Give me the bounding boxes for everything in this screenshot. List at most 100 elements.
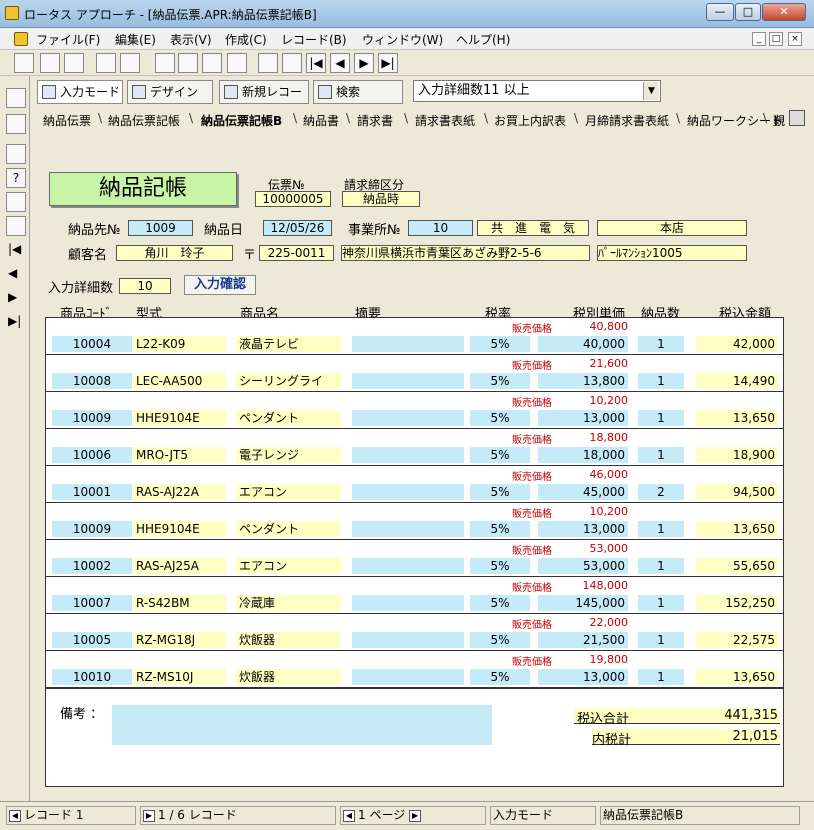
help-icon[interactable]: ?: [6, 168, 26, 188]
model-cell[interactable]: RAS-AJ22A: [133, 484, 226, 500]
model-cell[interactable]: RZ-MS10J: [133, 669, 226, 685]
model-cell[interactable]: R-S42BM: [133, 595, 226, 611]
close-button[interactable]: ✕: [762, 3, 806, 21]
product-code-cell[interactable]: 10008: [52, 373, 132, 389]
ruler-icon[interactable]: [178, 53, 198, 73]
next-page-icon[interactable]: ▶: [409, 809, 422, 822]
unit-price-cell[interactable]: 40,000: [538, 336, 628, 352]
tax-rate-cell[interactable]: 5%: [470, 669, 530, 685]
unit-price-cell[interactable]: 21,500: [538, 632, 628, 648]
new-record-button[interactable]: 新規レコード: [219, 80, 309, 121]
condition-select[interactable]: 入力詳細数11 以上 ▼: [413, 80, 661, 102]
product-name-cell[interactable]: エアコン: [236, 484, 341, 500]
date-field[interactable]: 12/05/26: [263, 220, 332, 236]
next-record-icon[interactable]: ▶: [354, 53, 374, 73]
amount-cell[interactable]: 22,575: [696, 632, 778, 648]
tax-rate-cell[interactable]: 5%: [470, 373, 530, 389]
product-code-cell[interactable]: 10007: [52, 595, 132, 611]
quantity-cell[interactable]: 1: [638, 447, 684, 463]
database-icon[interactable]: [6, 192, 26, 212]
tax-rate-cell[interactable]: 5%: [470, 484, 530, 500]
new-file-icon[interactable]: [14, 53, 34, 73]
home-icon[interactable]: [6, 144, 26, 164]
tool-icon[interactable]: [227, 53, 247, 73]
model-cell[interactable]: MRO-JT5: [133, 447, 226, 463]
document-icon[interactable]: [14, 32, 28, 46]
minimize-button[interactable]: —: [706, 3, 734, 21]
status-view[interactable]: 納品伝票記帳B: [600, 806, 800, 825]
text-icon[interactable]: [202, 53, 222, 73]
design-icon[interactable]: [6, 114, 26, 134]
status-page[interactable]: ◀ 1 ページ ▶: [340, 806, 486, 825]
input-mode-button[interactable]: 入力モード: [37, 80, 123, 104]
product-code-cell[interactable]: 10010: [52, 669, 132, 685]
form-icon[interactable]: [282, 53, 302, 73]
amount-cell[interactable]: 13,650: [696, 410, 778, 426]
menu-create[interactable]: 作成(C): [225, 31, 267, 48]
product-name-cell[interactable]: 炊飯器: [236, 632, 341, 648]
edit-icon[interactable]: [155, 53, 175, 73]
print-icon[interactable]: [96, 53, 116, 73]
menu-window[interactable]: ウィンドウ(W): [362, 31, 443, 48]
product-name-cell[interactable]: 冷蔵庫: [236, 595, 341, 611]
address-field[interactable]: 神奈川県横浜市青葉区あざみ野2-5-6: [341, 245, 590, 261]
mdi-minimize-button[interactable]: _: [752, 32, 766, 46]
tab-delivery-note[interactable]: 納品書: [303, 112, 339, 129]
product-code-cell[interactable]: 10004: [52, 336, 132, 352]
note-cell[interactable]: [352, 410, 464, 426]
save-icon[interactable]: [64, 53, 84, 73]
branch-field[interactable]: 本店: [597, 220, 747, 236]
menu-record[interactable]: レコード(B): [281, 31, 347, 48]
product-name-cell[interactable]: 電子レンジ: [236, 447, 341, 463]
menu-edit[interactable]: 編集(E): [115, 31, 156, 48]
notes-field[interactable]: [112, 705, 492, 745]
open-file-icon[interactable]: [40, 53, 60, 73]
tax-rate-cell[interactable]: 5%: [470, 632, 530, 648]
tax-rate-cell[interactable]: 5%: [470, 447, 530, 463]
product-name-cell[interactable]: ペンダント: [236, 410, 341, 426]
design-button[interactable]: デザイン: [127, 80, 213, 104]
unit-price-cell[interactable]: 145,000: [538, 595, 628, 611]
note-cell[interactable]: [352, 521, 464, 537]
model-cell[interactable]: HHE9104E: [133, 410, 226, 426]
note-cell[interactable]: [352, 373, 464, 389]
browse-icon[interactable]: [6, 88, 26, 108]
office-no-field[interactable]: 10: [408, 220, 473, 236]
customer-field[interactable]: 角川 玲子: [116, 245, 233, 261]
detail-count-field[interactable]: 10: [119, 278, 171, 294]
amount-cell[interactable]: 13,650: [696, 521, 778, 537]
note-cell[interactable]: [352, 558, 464, 574]
tab-monthly-invoice-cover[interactable]: 月締請求書表紙: [585, 112, 669, 129]
next-record-icon[interactable]: ▶: [143, 809, 155, 822]
product-code-cell[interactable]: 10005: [52, 632, 132, 648]
prev-page-icon[interactable]: ◀: [343, 809, 355, 822]
tax-rate-cell[interactable]: 5%: [470, 410, 530, 426]
quantity-cell[interactable]: 1: [638, 410, 684, 426]
menu-view[interactable]: 表示(V): [170, 31, 212, 48]
tab-slip-ledger[interactable]: 納品伝票記帳: [108, 112, 180, 129]
note-cell[interactable]: [352, 669, 464, 685]
confirm-button[interactable]: 入力確認: [184, 275, 256, 295]
last-icon[interactable]: ▶|: [8, 314, 21, 328]
unit-price-cell[interactable]: 13,000: [538, 410, 628, 426]
quantity-cell[interactable]: 1: [638, 373, 684, 389]
note-cell[interactable]: [352, 632, 464, 648]
prev-record-icon[interactable]: ◀: [9, 809, 21, 822]
amount-cell[interactable]: 55,650: [696, 558, 778, 574]
amount-cell[interactable]: 94,500: [696, 484, 778, 500]
preview-icon[interactable]: [120, 53, 140, 73]
model-cell[interactable]: RAS-AJ25A: [133, 558, 226, 574]
first-icon[interactable]: |◀: [8, 242, 21, 256]
product-code-cell[interactable]: 10006: [52, 447, 132, 463]
quantity-cell[interactable]: 1: [638, 669, 684, 685]
report-icon[interactable]: [6, 216, 26, 236]
product-name-cell[interactable]: エアコン: [236, 558, 341, 574]
tax-rate-cell[interactable]: 5%: [470, 521, 530, 537]
product-name-cell[interactable]: ペンダント: [236, 521, 341, 537]
tab-invoice[interactable]: 請求書: [357, 112, 393, 129]
tab-slip-ledger-b[interactable]: 納品伝票記帳B: [201, 112, 282, 129]
amount-cell[interactable]: 14,490: [696, 373, 778, 389]
unit-price-cell[interactable]: 18,000: [538, 447, 628, 463]
search-button[interactable]: 検索: [313, 80, 403, 104]
slip-no-field[interactable]: 10000005: [255, 191, 331, 207]
